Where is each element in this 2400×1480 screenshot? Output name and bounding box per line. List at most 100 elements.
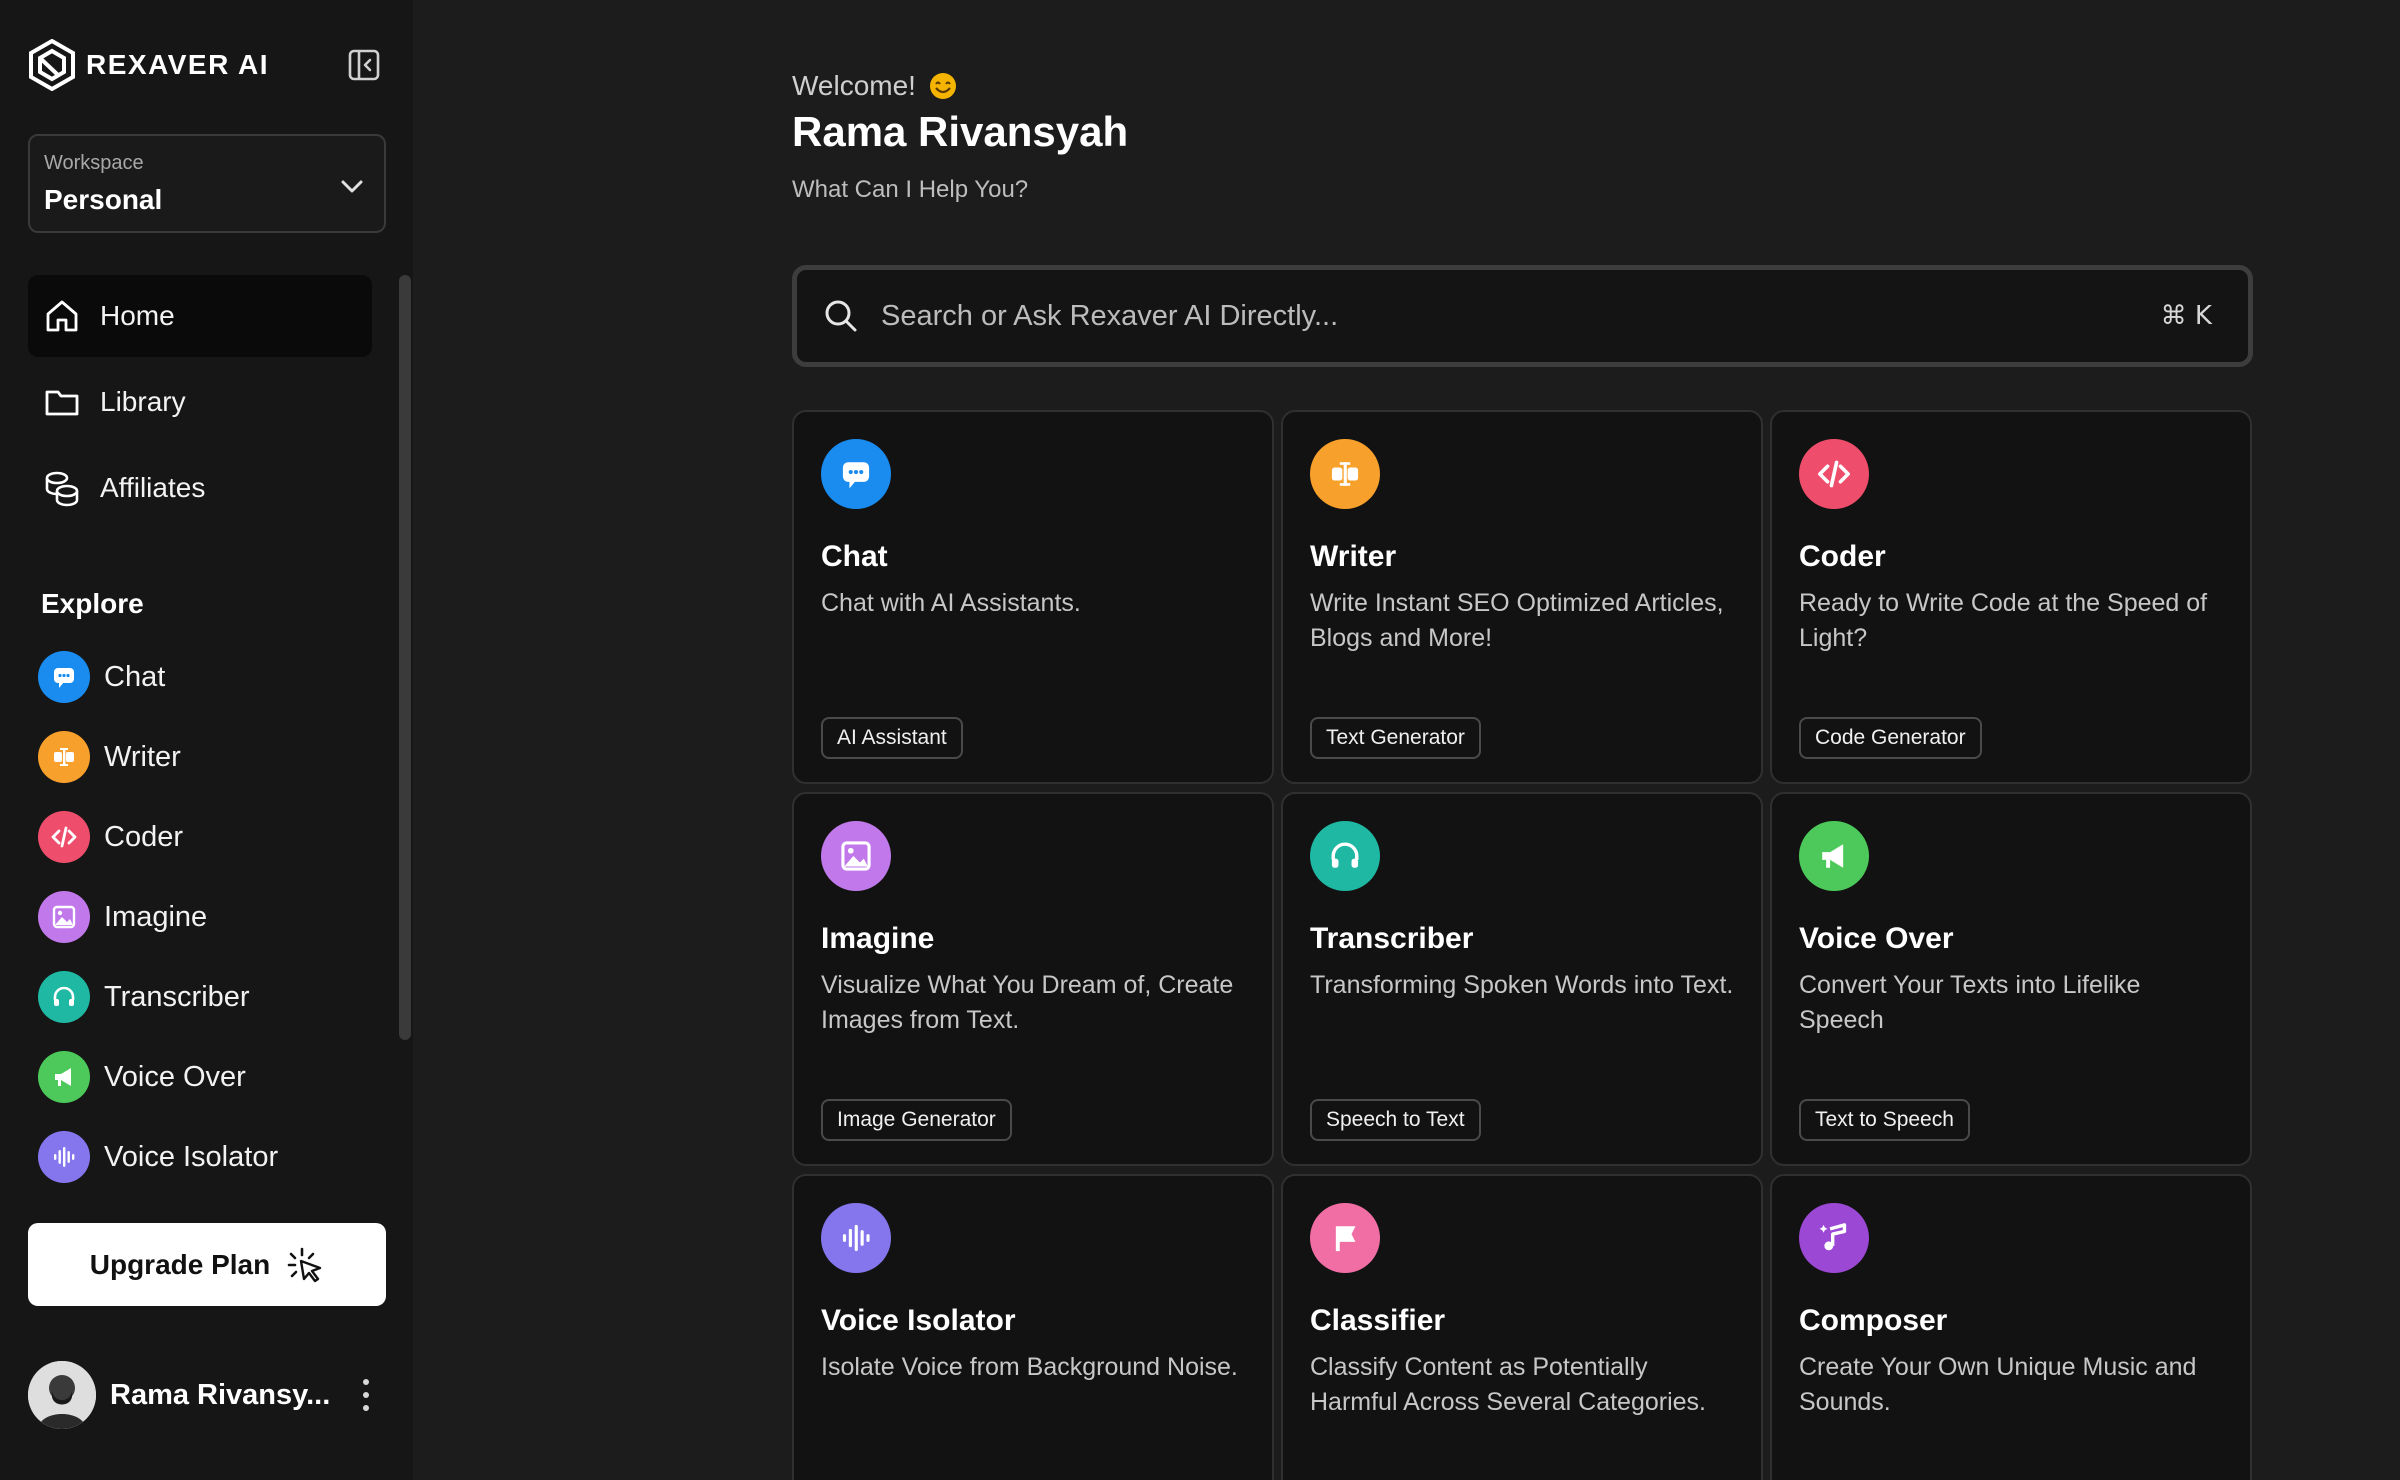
card-title: Coder [1799, 540, 1886, 573]
nav-label: Home [100, 300, 175, 331]
waveform-icon [821, 1203, 891, 1273]
sidebar-scrollbar[interactable] [399, 275, 411, 1040]
chat-icon [821, 439, 891, 509]
code-icon [1799, 439, 1869, 509]
explore-item-transcriber[interactable]: Transcriber [38, 969, 250, 1025]
nav-item-home[interactable]: Home [28, 275, 372, 357]
coins-icon [42, 468, 82, 508]
image-icon [821, 821, 891, 891]
card-tag: Image Generator [821, 1099, 1012, 1141]
page-title: Rama Rivansyah [792, 108, 1129, 155]
code-icon [38, 811, 90, 863]
card-title: Classifier [1310, 1304, 1446, 1337]
card-description: Convert Your Texts into Lifelike Speech [1799, 971, 2141, 1034]
explore-item-writer[interactable]: Writer [38, 729, 181, 785]
page-subtitle: What Can I Help You? [792, 176, 1029, 203]
user-name: Rama Rivansy... [110, 1378, 331, 1411]
smile-emoji-icon [929, 73, 956, 99]
sidebar: REXAVER AI Workspace Personal Home Libra… [0, 0, 413, 1480]
explore-item-chat[interactable]: Chat [38, 649, 165, 705]
megaphone-icon [38, 1051, 90, 1103]
card-description: Create Your Own Unique Music and Sounds. [1799, 1353, 2197, 1416]
card-description: Classify Content as Potentially Harmful … [1310, 1353, 1706, 1416]
user-profile[interactable]: Rama Rivansy... [28, 1360, 386, 1430]
search-bar: ⌘ K [792, 265, 2253, 367]
card-title: Voice Over [1799, 922, 1954, 955]
card-title: Writer [1310, 540, 1397, 573]
workspace-value: Personal [44, 184, 163, 215]
tool-card-writer[interactable]: Writer Write Instant SEO Optimized Artic… [1281, 410, 1763, 784]
explore-item-voice-isolator[interactable]: Voice Isolator [38, 1129, 278, 1185]
app-root: REXAVER AI Workspace Personal Home Libra… [0, 0, 2400, 1480]
rexaver-logo-icon [29, 39, 75, 91]
headphones-icon [38, 971, 90, 1023]
waveform-icon [38, 1131, 90, 1183]
card-title: Composer [1799, 1304, 1948, 1337]
card-description: Transforming Spoken Words into Text. [1310, 971, 1734, 999]
writer-icon [38, 731, 90, 783]
card-description: Chat with AI Assistants. [821, 589, 1081, 617]
workspace-selector[interactable]: Workspace Personal [28, 134, 386, 233]
explore-label: Transcriber [104, 980, 250, 1013]
explore-label: Chat [104, 660, 166, 693]
card-tag: Code Generator [1799, 717, 1982, 759]
tool-card-coder[interactable]: Coder Ready to Write Code at the Speed o… [1770, 410, 2252, 784]
search-input[interactable] [881, 286, 2161, 346]
tool-card-composer[interactable]: Composer Create Your Own Unique Music an… [1770, 1174, 2252, 1480]
explore-label: Voice Over [104, 1060, 246, 1093]
explore-item-imagine[interactable]: Imagine [38, 889, 207, 945]
tool-card-voice-isolator[interactable]: Voice Isolator Isolate Voice from Backgr… [792, 1174, 1274, 1480]
explore-item-voice-over[interactable]: Voice Over [38, 1049, 246, 1105]
sidebar-collapse-icon [348, 49, 380, 81]
search-icon [825, 300, 857, 332]
explore-heading: Explore [41, 588, 144, 619]
collapse-sidebar-button[interactable] [345, 46, 383, 84]
tool-card-transcriber[interactable]: Transcriber Transforming Spoken Words in… [1281, 792, 1763, 1166]
card-tag: Speech to Text [1310, 1099, 1481, 1141]
card-tag: Text Generator [1310, 717, 1481, 759]
avatar[interactable] [28, 1361, 96, 1429]
card-description: Isolate Voice from Background Noise. [821, 1353, 1238, 1381]
welcome-row: Welcome! [792, 66, 958, 106]
workspace-label: Workspace [44, 152, 144, 174]
tool-card-classifier[interactable]: Classifier Classify Content as Potential… [1281, 1174, 1763, 1480]
card-tag: AI Assistant [821, 717, 963, 759]
welcome-text: Welcome! [792, 70, 916, 101]
music-icon [1799, 1203, 1869, 1273]
explore-label: Imagine [104, 900, 208, 933]
explore-label: Coder [104, 820, 183, 853]
tool-card-voice-over[interactable]: Voice Over Convert Your Texts into Lifel… [1770, 792, 2252, 1166]
explore-label: Writer [104, 740, 181, 773]
card-tag: Text to Speech [1799, 1099, 1970, 1141]
writer-icon [1310, 439, 1380, 509]
headphones-icon [1310, 821, 1380, 891]
chat-icon [38, 651, 90, 703]
flag-icon [1310, 1203, 1380, 1273]
nav-item-library[interactable]: Library [28, 361, 372, 443]
card-title: Transcriber [1310, 922, 1474, 955]
sparkle-cursor-icon [287, 1247, 322, 1282]
nav-item-affiliates[interactable]: Affiliates [28, 447, 372, 529]
card-description: Ready to Write Code at the Speed of Ligh… [1799, 589, 2208, 652]
card-title: Chat [821, 540, 888, 573]
chevron-down-icon [341, 180, 363, 193]
card-title: Imagine [821, 922, 935, 955]
card-title: Voice Isolator [821, 1304, 1016, 1337]
upgrade-plan-button[interactable]: Upgrade Plan [28, 1223, 386, 1306]
keyboard-shortcut-hint: ⌘ K [2160, 301, 2212, 331]
folder-icon [42, 382, 82, 422]
nav-label: Affiliates [100, 472, 206, 503]
upgrade-label: Upgrade Plan [89, 1248, 271, 1280]
home-icon [42, 296, 82, 336]
explore-item-coder[interactable]: Coder [38, 809, 183, 865]
brand-name: REXAVER AI [86, 49, 270, 80]
card-description: Visualize What You Dream of, Create Imag… [821, 971, 1234, 1034]
megaphone-icon [1799, 821, 1869, 891]
tool-card-imagine[interactable]: Imagine Visualize What You Dream of, Cre… [792, 792, 1274, 1166]
nav-label: Library [100, 386, 186, 417]
more-vertical-icon[interactable] [356, 1374, 376, 1416]
explore-label: Voice Isolator [104, 1140, 279, 1173]
image-icon [38, 891, 90, 943]
tool-card-chat[interactable]: Chat Chat with AI Assistants. AI Assista… [792, 410, 1274, 784]
brand[interactable]: REXAVER AI [28, 38, 269, 92]
